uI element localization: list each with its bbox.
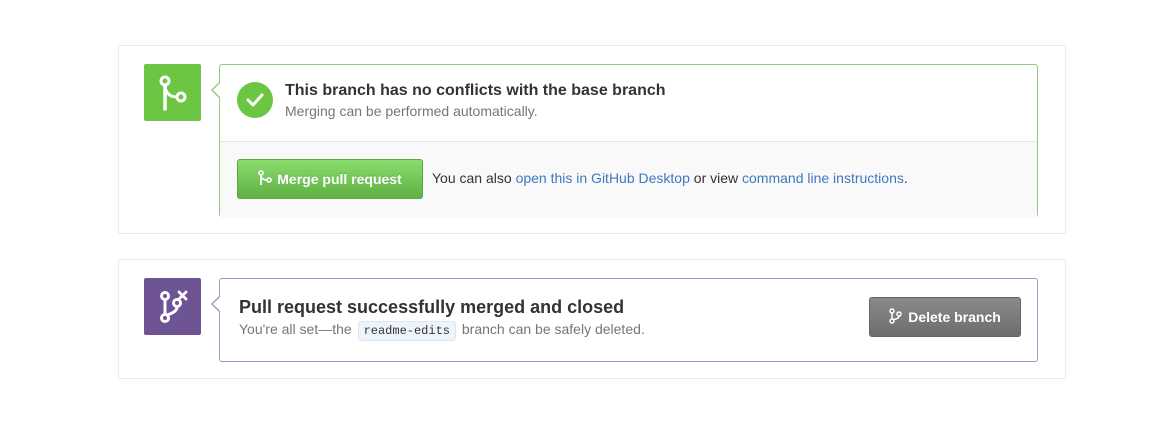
subtitle-suffix: branch can be safely deleted. [457, 321, 645, 337]
merged-status-subtitle: You're all set—the readme-edits branch c… [239, 321, 645, 341]
help-suffix: . [903, 170, 908, 186]
command-line-instructions-link[interactable]: command line instructions [742, 170, 904, 186]
git-branch-delete-icon [158, 290, 188, 324]
merged-badge [144, 278, 201, 335]
merge-pull-request-button[interactable]: Merge pull request [237, 159, 423, 199]
check-icon [237, 82, 273, 118]
merged-panel: Pull request successfully merged and clo… [211, 278, 1038, 362]
open-in-desktop-link[interactable]: open this in GitHub Desktop [516, 170, 690, 186]
merge-status-card: This branch has no conflicts with the ba… [118, 45, 1066, 234]
merged-status-title: Pull request successfully merged and clo… [239, 297, 625, 317]
git-merge-icon [258, 169, 277, 189]
merge-button-label: Merge pull request [277, 171, 402, 187]
subtitle-prefix: You're all set—the [239, 321, 356, 337]
help-prefix: You can also [432, 170, 516, 186]
merge-help-text: You can also open this in GitHub Desktop… [432, 170, 908, 186]
delete-button-label: Delete branch [908, 309, 1001, 325]
git-merge-icon [158, 75, 188, 111]
merged-status-card: Pull request successfully merged and clo… [118, 259, 1066, 379]
merge-status-subtitle: Merging can be performed automatically. [285, 103, 538, 119]
help-middle: or view [689, 170, 743, 186]
delete-branch-button[interactable]: Delete branch [869, 297, 1021, 337]
branch-name: readme-edits [357, 321, 456, 341]
git-branch-icon [889, 307, 908, 327]
merge-actions: Merge pull request You can also open thi… [220, 142, 1037, 218]
merge-panel: This branch has no conflicts with the ba… [211, 64, 1038, 218]
merge-header: This branch has no conflicts with the ba… [220, 65, 1037, 142]
merge-badge [144, 64, 201, 121]
merge-status-title: This branch has no conflicts with the ba… [285, 82, 666, 99]
